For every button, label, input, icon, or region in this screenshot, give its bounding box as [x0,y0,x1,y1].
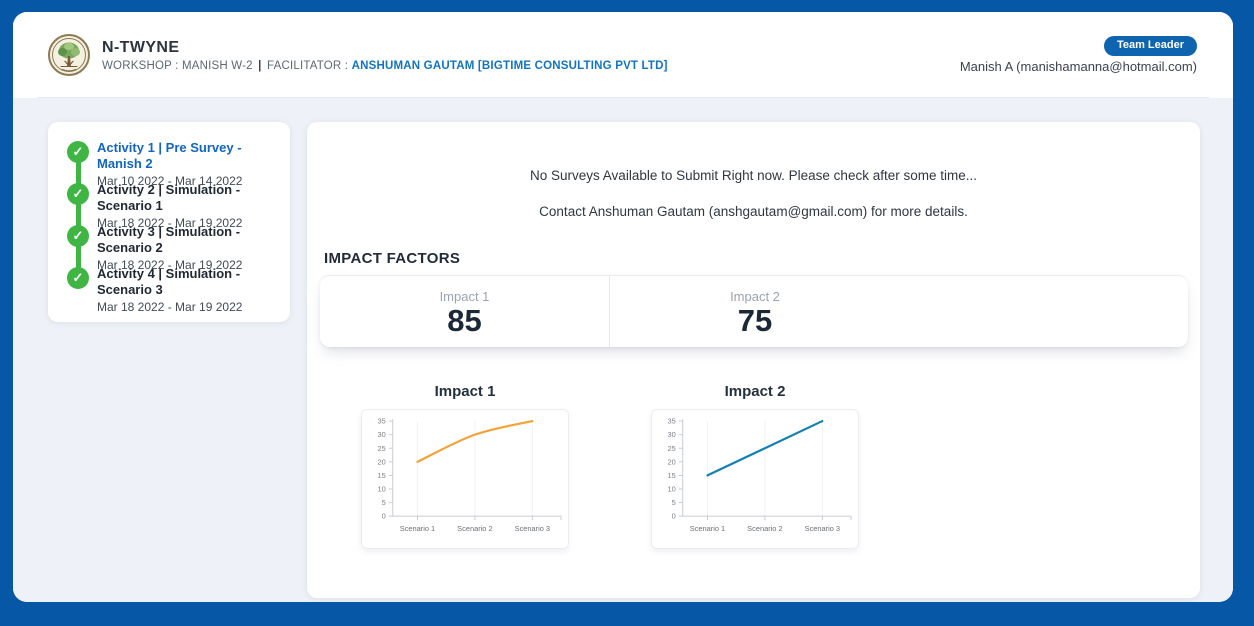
no-surveys-notice: No Surveys Available to Submit Right now… [307,122,1200,183]
svg-text:5: 5 [382,498,386,507]
svg-text:5: 5 [672,498,676,507]
check-icon: ✓ [67,183,89,205]
app-page: N-TWYNE WORKSHOP : MANISH W-2 | FACILITA… [13,12,1233,602]
svg-text:20: 20 [378,457,386,466]
activity-dates: Mar 18 2022 - Mar 19 2022 [97,300,280,314]
impact-1-label: Impact 1 [320,289,609,304]
svg-text:Scenario 1: Scenario 1 [400,524,435,533]
facilitator-link[interactable]: ANSHUMAN GAUTAM [BIGTIME CONSULTING PVT … [352,60,668,72]
svg-text:0: 0 [382,512,386,521]
activity-title[interactable]: Activity 4 | Simulation - Scenario 3 [97,266,280,299]
content-area: ✓ Activity 1 | Pre Survey - Manish 2 Mar… [13,98,1233,602]
svg-text:35: 35 [378,417,386,426]
svg-text:30: 30 [668,430,676,439]
activity-item[interactable]: ✓ Activity 4 | Simulation - Scenario 3 M… [67,266,280,308]
workshop-label: WORKSHOP : [102,60,179,72]
app-title: N-TWYNE [102,39,668,57]
check-icon: ✓ [67,141,89,163]
facilitator-label: FACILITATOR : [267,60,348,72]
svg-text:30: 30 [378,430,386,439]
workshop-subtitle: WORKSHOP : MANISH W-2 | FACILITATOR : AN… [102,60,668,72]
impact-1-cell: Impact 1 85 [320,276,610,347]
svg-text:Scenario 2: Scenario 2 [457,524,492,533]
activity-title[interactable]: Activity 2 | Simulation - Scenario 1 [97,182,280,215]
svg-text:15: 15 [378,471,386,480]
svg-text:25: 25 [378,444,386,453]
impact-2-label: Impact 2 [610,289,900,304]
svg-text:10: 10 [378,485,386,494]
impact-1-chart-block: Impact 1 Scenario 1 Scenario 2 Scenario 3 0… [320,383,610,549]
activity-title[interactable]: Activity 3 | Simulation - Scenario 2 [97,224,280,257]
activity-item[interactable]: ✓ Activity 1 | Pre Survey - Manish 2 Mar… [67,140,280,182]
activity-timeline: ✓ Activity 1 | Pre Survey - Manish 2 Mar… [67,140,280,308]
main-panel: No Surveys Available to Submit Right now… [307,122,1200,598]
impact-factors-heading: IMPACT FACTORS [324,250,1200,267]
user-display-name: Manish A (manishamanna@hotmail.com) [960,59,1197,74]
svg-text:35: 35 [668,417,676,426]
impact-2-chart-title: Impact 2 [725,383,786,400]
svg-text:15: 15 [668,471,676,480]
impact-2-line-chart: Scenario 1 Scenario 2 Scenario 3 0 5 10 15 20 25… [651,409,859,549]
n-twyne-logo-icon [48,34,90,76]
user-block: Team Leader Manish A (manishamanna@hotma… [960,36,1197,74]
activity-item[interactable]: ✓ Activity 2 | Simulation - Scenario 1 M… [67,182,280,224]
svg-text:0: 0 [672,512,676,521]
check-icon: ✓ [67,225,89,247]
svg-text:Scenario 1: Scenario 1 [690,524,725,533]
svg-text:20: 20 [668,457,676,466]
svg-text:Scenario 3: Scenario 3 [805,524,840,533]
activity-title[interactable]: Activity 1 | Pre Survey - Manish 2 [97,140,280,173]
check-icon: ✓ [67,267,89,289]
header: N-TWYNE WORKSHOP : MANISH W-2 | FACILITA… [13,12,1233,98]
impact-1-line-chart: Scenario 1 Scenario 2 Scenario 3 0 5 10 15 20 25… [361,409,569,549]
header-title-block: N-TWYNE WORKSHOP : MANISH W-2 | FACILITA… [102,39,668,72]
contact-notice: Contact Anshuman Gautam (anshgautam@gmai… [307,204,1200,219]
svg-text:Scenario 3: Scenario 3 [515,524,550,533]
impact-1-chart-title: Impact 1 [435,383,496,400]
svg-text:10: 10 [668,485,676,494]
workshop-value: MANISH W-2 [182,60,253,72]
svg-text:25: 25 [668,444,676,453]
subtitle-separator: | [256,60,263,72]
impact-2-chart-block: Impact 2 Scenario 1 Scenario 2 Scenario 3 0… [610,383,900,549]
impact-2-value: 75 [610,305,900,338]
role-badge: Team Leader [1104,36,1197,56]
svg-text:Scenario 2: Scenario 2 [747,524,782,533]
impact-1-value: 85 [320,305,609,338]
impact-2-cell: Impact 2 75 [610,276,900,347]
impact-factors-card: Impact 1 85 Impact 2 75 [320,275,1188,347]
activities-sidebar: ✓ Activity 1 | Pre Survey - Manish 2 Mar… [48,122,290,322]
activity-item[interactable]: ✓ Activity 3 | Simulation - Scenario 2 M… [67,224,280,266]
charts-row: Impact 1 Scenario 1 Scenario 2 Scenario 3 0… [320,347,1200,549]
